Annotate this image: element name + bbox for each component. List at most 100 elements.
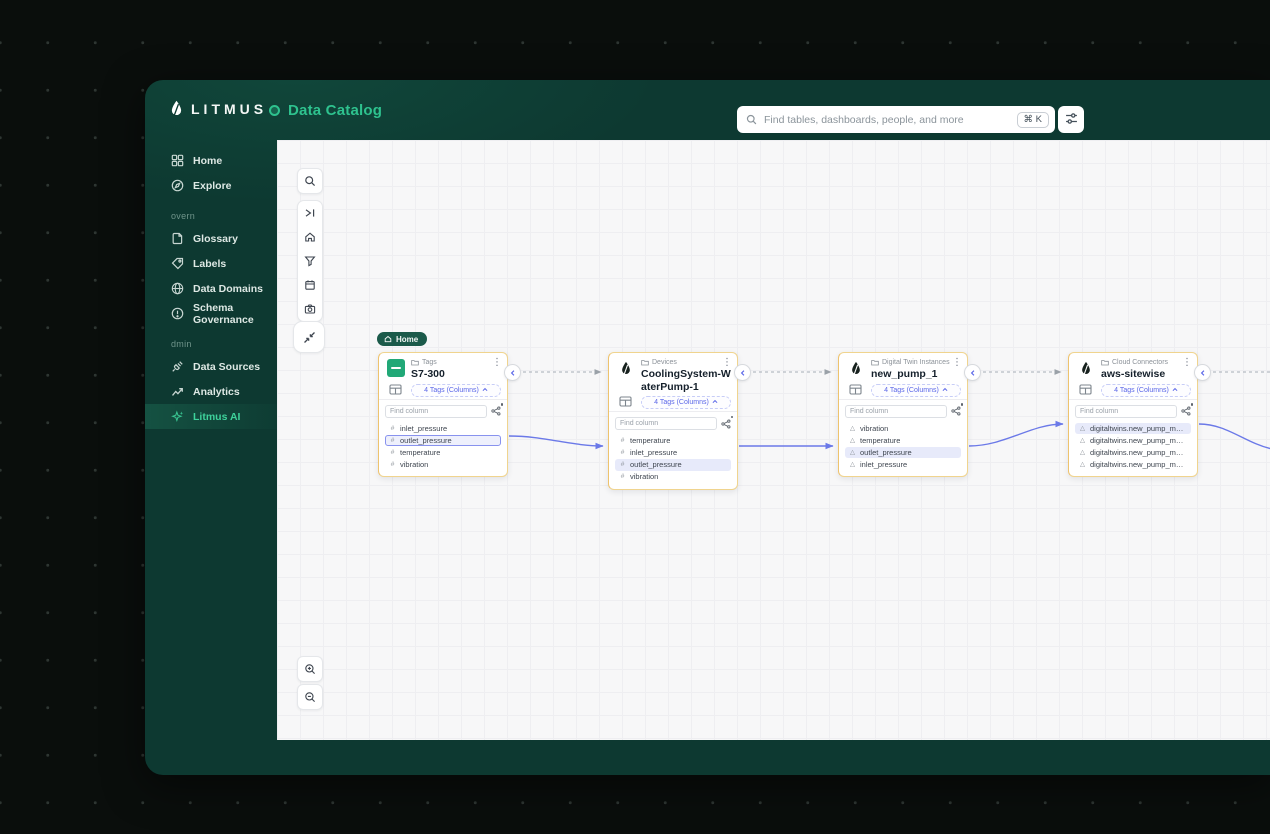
sidebar-item-explore[interactable]: Explore xyxy=(145,173,277,198)
zoom-out-button[interactable] xyxy=(297,684,323,710)
lineage-canvas[interactable]: Home Tags S7-300 4 Tags (Columns) ⋮ Find col… xyxy=(277,140,1270,740)
attribute-type-icon: △ xyxy=(849,448,856,456)
column-row[interactable]: △digitaltwins.new_pump_model.new_p... xyxy=(1075,435,1191,447)
collapse-columns-button-1[interactable] xyxy=(504,364,521,381)
folder-icon xyxy=(641,359,649,366)
collapse-columns-button-4[interactable] xyxy=(1194,364,1211,381)
column-row[interactable]: △digitaltwins.new_pump_model.new_p... xyxy=(1075,447,1191,459)
fit-view-button[interactable] xyxy=(293,321,325,353)
global-search-input[interactable]: Find tables, dashboards, people, and mor… xyxy=(737,106,1055,133)
zoom-in-button[interactable] xyxy=(297,656,323,682)
number-type-icon: # xyxy=(619,473,626,480)
home-view-button[interactable] xyxy=(298,225,322,249)
calendar-button[interactable] xyxy=(298,273,322,297)
column-row[interactable]: #temperature xyxy=(385,447,501,459)
sidebar-nav: HomeExploreovernGlossaryLabelsData Domai… xyxy=(145,140,277,775)
number-type-icon: # xyxy=(389,449,396,456)
column-row[interactable]: #vibration xyxy=(385,459,501,471)
column-row[interactable]: △ digitaltwins.new_pump_model.new_p... xyxy=(1075,423,1191,435)
column-row[interactable]: △ inlet_pressure xyxy=(845,459,961,471)
asset-type-label: Devices xyxy=(652,359,677,366)
search-icon xyxy=(304,175,316,187)
screenshot-button[interactable] xyxy=(298,297,322,321)
lineage-node-aws-sitewise[interactable]: Cloud Connectorsaws-sitewise4 Tags (Colu… xyxy=(1068,352,1198,477)
sidebar-item-data-sources[interactable]: Data Sources xyxy=(145,354,277,379)
column-row[interactable]: △temperature xyxy=(845,435,961,447)
filter-funnel-button[interactable] xyxy=(298,249,322,273)
find-column-input[interactable]: Find column xyxy=(845,405,947,418)
node-menu-button[interactable]: ⋮ xyxy=(492,358,502,368)
search-settings-button[interactable] xyxy=(1058,106,1084,133)
columns-pill[interactable]: 4 Tags (Columns) xyxy=(641,396,731,409)
table-icon xyxy=(619,396,632,407)
column-name: digitaltwins.new_pump_model.new_p... xyxy=(1090,424,1187,433)
attribute-type-icon: △ xyxy=(849,460,856,468)
asset-title: aws-sitewise xyxy=(1101,368,1191,381)
asset-type: Tags xyxy=(411,359,501,366)
collapse-panel-button[interactable] xyxy=(298,201,322,225)
page-title: Data Catalog xyxy=(288,102,382,119)
find-column-input[interactable]: Find column xyxy=(615,417,717,430)
find-column-input[interactable]: Find column xyxy=(385,405,487,418)
node-menu-button[interactable]: ⋮ xyxy=(1182,358,1192,368)
column-row[interactable]: #inlet_pressure xyxy=(615,447,731,459)
column-edge-3 xyxy=(969,424,1063,446)
column-lineage-icon[interactable] xyxy=(1181,406,1191,416)
columns-pill[interactable]: 4 Tags (Columns) xyxy=(871,384,961,397)
sidebar-item-schema-governance[interactable]: Schema Governance xyxy=(145,301,277,326)
lineage-node-new_pump_1[interactable]: Digital Twin Instancesnew_pump_14 Tags (… xyxy=(838,352,968,477)
find-column-input[interactable]: Find column xyxy=(1075,405,1177,418)
sidebar-item-analytics[interactable]: Analytics xyxy=(145,379,277,404)
litmus-logo[interactable]: LITMUS xyxy=(169,100,267,117)
page-title-group: Data Catalog xyxy=(269,102,382,119)
column-row[interactable]: #outlet_pressure xyxy=(615,459,731,471)
column-name: inlet_pressure xyxy=(860,460,907,469)
home-breadcrumb-chip[interactable]: Home xyxy=(377,332,427,346)
collapse-columns-button-2[interactable] xyxy=(734,364,751,381)
sidebar-item-home[interactable]: Home xyxy=(145,148,277,173)
litmus-asset-logo xyxy=(1077,359,1095,377)
column-row[interactable]: △vibration xyxy=(845,423,961,435)
column-row[interactable]: #vibration xyxy=(615,471,731,483)
sidebar-item-glossary[interactable]: Glossary xyxy=(145,226,277,251)
chevron-up-icon xyxy=(482,387,488,394)
litmus-logo-icon xyxy=(169,100,184,117)
number-type-icon: # xyxy=(619,437,626,444)
column-row[interactable]: #temperature xyxy=(615,435,731,447)
sidebar-item-labels[interactable]: Labels xyxy=(145,251,277,276)
asset-title: S7-300 xyxy=(411,368,501,381)
column-name: vibration xyxy=(400,460,428,469)
column-row[interactable]: △outlet_pressure xyxy=(845,447,961,459)
sidebar-item-data-domains[interactable]: Data Domains xyxy=(145,276,277,301)
asset-title: CoolingSystem-WaterPump-1 xyxy=(641,368,731,393)
collapse-columns-button-3[interactable] xyxy=(964,364,981,381)
node-menu-button[interactable]: ⋮ xyxy=(722,358,732,368)
folder-icon xyxy=(871,359,879,366)
canvas-toolbar xyxy=(297,200,323,322)
column-row[interactable]: △digitaltwins.new_pump_model.new_p... xyxy=(1075,459,1191,471)
sidebar-item-litmus-ai[interactable]: Litmus AI xyxy=(145,404,277,429)
column-lineage-icon[interactable] xyxy=(951,406,961,416)
column-row[interactable]: #inlet_pressure xyxy=(385,423,501,435)
chevron-up-icon xyxy=(712,399,718,406)
column-lineage-icon[interactable] xyxy=(721,419,731,429)
lineage-node-s7-300[interactable]: Tags S7-300 4 Tags (Columns) ⋮ Find column #i… xyxy=(378,352,508,477)
sidebar-item-label: Explore xyxy=(193,180,232,192)
find-column-placeholder: Find column xyxy=(1080,408,1118,415)
column-row[interactable]: #outlet_pressure xyxy=(385,435,501,447)
collapse-arrows-icon xyxy=(303,331,316,344)
grid-icon xyxy=(171,154,184,167)
asset-type: Devices xyxy=(641,359,731,366)
columns-pill[interactable]: 4 Tags (Columns) xyxy=(1101,384,1191,397)
columns-pill[interactable]: 4 Tags (Columns) xyxy=(411,384,501,397)
canvas-search-button[interactable] xyxy=(297,168,323,194)
attribute-type-icon: △ xyxy=(1079,424,1086,432)
column-name: temperature xyxy=(860,436,900,445)
find-column-placeholder: Find column xyxy=(850,408,888,415)
lineage-node-coolingsystem-waterpump-1[interactable]: Devices CoolingSystem-WaterPump-1 4 Tags (… xyxy=(608,352,738,490)
number-type-icon: # xyxy=(619,449,626,456)
sidebar-item-label: Labels xyxy=(193,258,226,270)
node-menu-button[interactable]: ⋮ xyxy=(952,358,962,368)
sidebar-section-label: dmin xyxy=(145,326,277,354)
column-lineage-icon[interactable] xyxy=(491,406,501,416)
